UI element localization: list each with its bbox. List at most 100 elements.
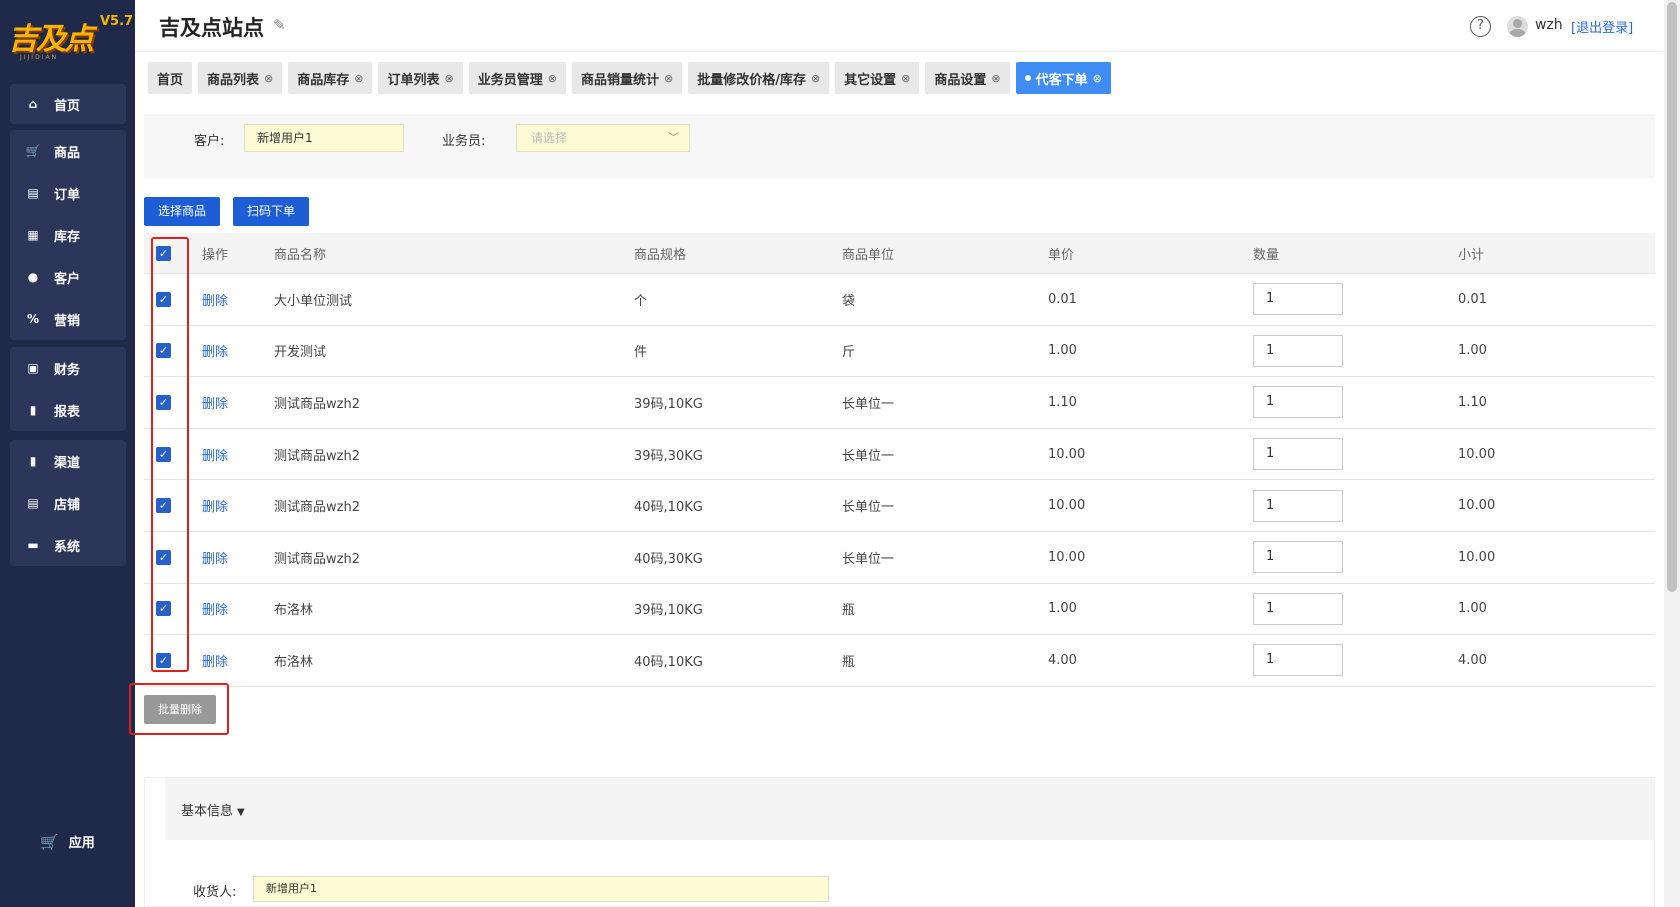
cart-icon: 🛒: [25, 144, 41, 158]
cell-price: 10.00: [1048, 498, 1086, 514]
header-subtotal: 小计: [1458, 247, 1485, 263]
tab-sales-stats[interactable]: 商品销量统计 ⊗: [571, 62, 683, 94]
cell-price: 4.00: [1048, 652, 1077, 668]
salesman-select[interactable]: 请选择 ﹀: [516, 124, 690, 152]
tab-order-list[interactable]: 订单列表 ⊗: [378, 62, 463, 94]
sidebar-item-finance[interactable]: ▣ 财务: [10, 347, 126, 389]
sidebar-item-goods[interactable]: 🛒 商品: [10, 130, 126, 172]
sidebar-group-goods: 🛒 商品 ▤ 订单 ▦ 库存 ● 客户 % 营销: [10, 130, 126, 340]
close-icon[interactable]: ⊗: [664, 72, 673, 85]
tab-label: 首页: [157, 72, 184, 88]
tab-batch-edit[interactable]: 批量修改价格/库存 ⊗: [688, 62, 830, 94]
sidebar-item-reports[interactable]: ▮ 报表: [10, 389, 126, 431]
tab-label: 商品销量统计: [580, 72, 659, 88]
delete-link[interactable]: 删除: [202, 599, 228, 618]
cell-spec: 39码,10KG: [634, 396, 703, 412]
tab-goods-settings[interactable]: 商品设置 ⊗: [925, 62, 1010, 94]
store-icon: ▤: [27, 496, 39, 510]
cell-unit: 长单位一: [842, 500, 895, 516]
table-row: ✓ 删除 大小单位测试 个 袋 0.01 1 0.01: [144, 274, 1655, 326]
cell-subtotal: 4.00: [1458, 652, 1487, 668]
quantity-input[interactable]: 1: [1253, 541, 1343, 574]
delete-link[interactable]: 删除: [202, 651, 228, 670]
tab-label: 业务员管理: [477, 72, 543, 88]
quantity-input[interactable]: 1: [1253, 334, 1343, 367]
user-icon: ●: [27, 270, 39, 284]
close-icon[interactable]: ⊗: [1093, 72, 1102, 85]
quantity-input[interactable]: 1: [1253, 438, 1343, 471]
tab-goods-list[interactable]: 商品列表 ⊗: [198, 62, 283, 94]
sidebar-item-channels[interactable]: ▮ 渠道: [10, 440, 126, 482]
version-label: V5.7: [100, 14, 134, 29]
sidebar-item-home[interactable]: ⌂ 首页: [10, 84, 126, 124]
sidebar-item-marketing[interactable]: % 营销: [10, 298, 126, 340]
tab-other-settings[interactable]: 其它设置 ⊗: [835, 62, 920, 94]
close-icon[interactable]: ⊗: [901, 72, 910, 85]
sidebar-item-label: 店铺: [54, 497, 81, 513]
close-icon[interactable]: ⊗: [445, 72, 454, 85]
cell-price: 1.00: [1048, 601, 1077, 617]
delete-link[interactable]: 删除: [202, 445, 228, 464]
cart-icon: 🛒: [40, 832, 59, 851]
cell-name: 大小单位测试: [274, 293, 353, 309]
edit-icon[interactable]: ✎: [273, 16, 286, 34]
order-items-table: ✓ 操作 商品名称 商品规格 商品单位 单价 数量 小计 ✓ 删除 大小单位测试…: [144, 233, 1655, 687]
tab-goods-stock[interactable]: 商品库存 ⊗: [288, 62, 373, 94]
cell-subtotal: 10.00: [1458, 446, 1496, 462]
quantity-input[interactable]: 1: [1253, 592, 1343, 625]
basic-info-header[interactable]: 基本信息 ▼: [165, 778, 1655, 840]
select-goods-button[interactable]: 选择商品: [144, 197, 221, 226]
home-icon: ⌂: [28, 97, 38, 111]
filter-bar: 客户: 新增用户1 业务员: 请选择 ﹀: [144, 114, 1655, 178]
cell-spec: 40码,30KG: [634, 551, 703, 567]
close-icon[interactable]: ⊗: [991, 72, 1000, 85]
delete-link[interactable]: 删除: [202, 496, 228, 515]
tab-home[interactable]: 首页: [148, 62, 193, 94]
cell-subtotal: 10.00: [1458, 498, 1496, 514]
quantity-input[interactable]: 1: [1253, 489, 1343, 522]
sidebar-item-orders[interactable]: ▤ 订单: [10, 172, 126, 214]
table-row: ✓ 删除 测试商品wzh2 40码,10KG 长单位一 10.00 1 10.0…: [144, 480, 1655, 532]
tab-salesman[interactable]: 业务员管理 ⊗: [468, 62, 566, 94]
bar-chart-icon: ▮: [29, 403, 37, 417]
help-icon[interactable]: ?: [1470, 16, 1491, 37]
tab-label: 其它设置: [844, 72, 897, 88]
sidebar-item-apps[interactable]: 🛒 应用: [40, 832, 95, 852]
quantity-input[interactable]: 1: [1253, 386, 1343, 419]
scrollbar[interactable]: [1664, 0, 1680, 907]
delete-link[interactable]: 删除: [202, 341, 228, 360]
logout-link[interactable]: [退出登录]: [1571, 17, 1633, 36]
cell-name: 测试商品wzh2: [274, 396, 360, 412]
delete-link[interactable]: 删除: [202, 290, 228, 309]
tab-proxy-order[interactable]: 代客下单 ⊗: [1015, 62, 1111, 94]
delete-link[interactable]: 删除: [202, 548, 228, 567]
cell-unit: 瓶: [842, 603, 856, 619]
cell-price: 1.00: [1048, 343, 1077, 359]
close-icon[interactable]: ⊗: [264, 72, 273, 85]
sidebar-item-customers[interactable]: ● 客户: [10, 256, 126, 298]
sidebar-item-label: 库存: [54, 229, 81, 245]
close-icon[interactable]: ⊗: [811, 72, 820, 85]
sidebar-item-label: 系统: [54, 539, 81, 555]
cell-spec: 39码,30KG: [634, 448, 703, 464]
delete-link[interactable]: 删除: [202, 393, 228, 412]
salesman-placeholder: 请选择: [531, 131, 568, 145]
quantity-input[interactable]: 1: [1253, 644, 1343, 677]
scan-order-button[interactable]: 扫码下单: [233, 197, 310, 226]
cell-subtotal: 1.10: [1458, 394, 1487, 410]
quantity-input[interactable]: 1: [1253, 283, 1343, 316]
avatar[interactable]: [1507, 16, 1528, 37]
cell-spec: 件: [634, 345, 648, 361]
receiver-input[interactable]: 新增用户1: [253, 876, 829, 902]
batch-delete-highlight-box: [129, 683, 229, 735]
sidebar-item-label: 报表: [54, 404, 81, 420]
tab-label: 商品列表: [207, 72, 260, 88]
scrollbar-thumb[interactable]: [1667, 2, 1677, 592]
close-icon[interactable]: ⊗: [548, 72, 557, 85]
sidebar-item-system[interactable]: ▬ 系统: [10, 524, 126, 566]
close-icon[interactable]: ⊗: [354, 72, 363, 85]
customer-input[interactable]: 新增用户1: [244, 124, 404, 152]
sidebar-item-store[interactable]: ▤ 店铺: [10, 482, 126, 524]
sidebar-item-stock[interactable]: ▦ 库存: [10, 214, 126, 256]
cell-unit: 瓶: [842, 654, 856, 670]
